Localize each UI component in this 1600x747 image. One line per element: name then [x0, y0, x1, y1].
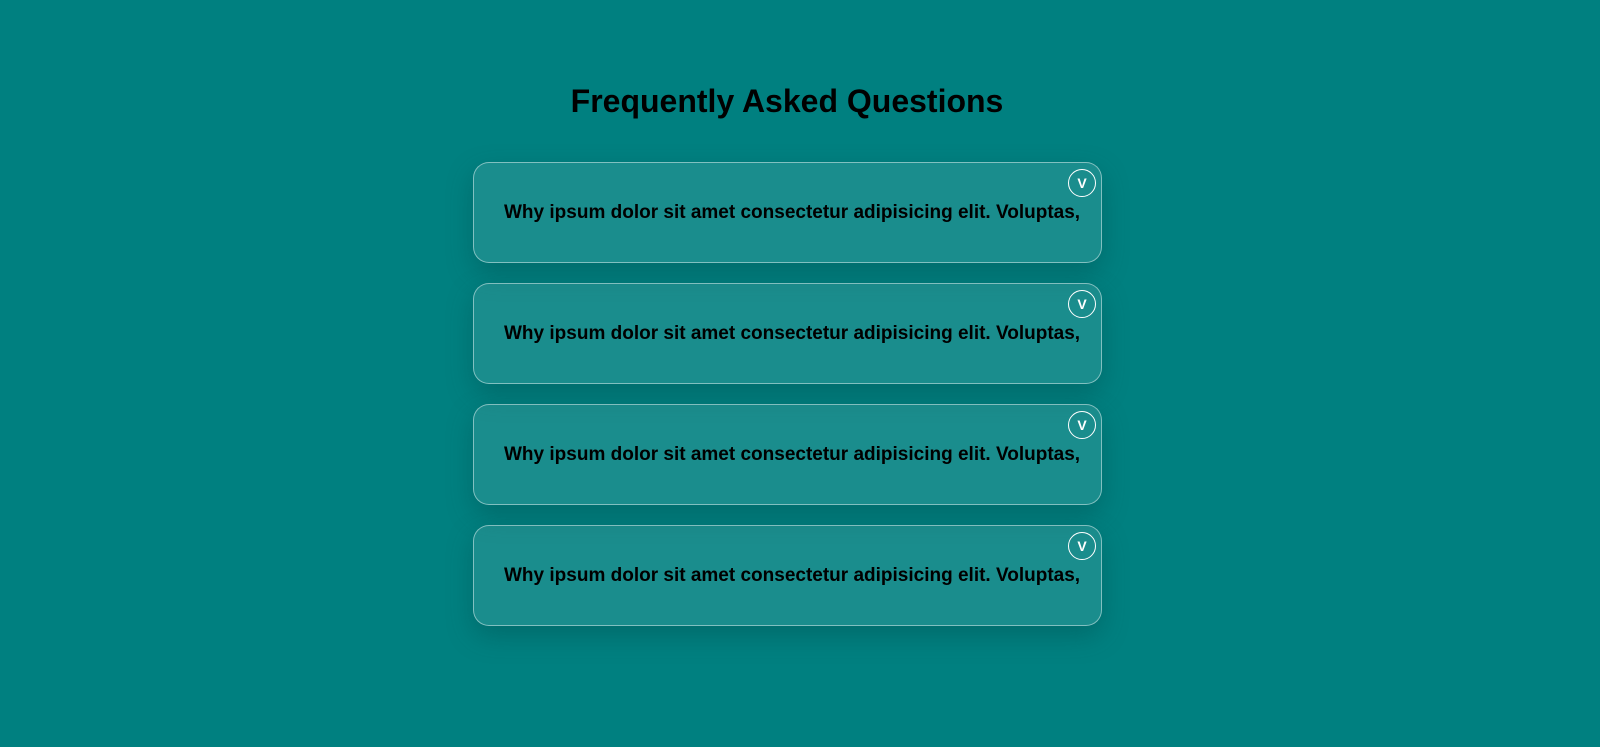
faq-item[interactable]: Why ipsum dolor sit amet consectetur adi…	[473, 283, 1102, 384]
chevron-down-icon[interactable]: V	[1068, 169, 1096, 197]
faq-item[interactable]: Why ipsum dolor sit amet consectetur adi…	[473, 525, 1102, 626]
chevron-down-icon[interactable]: V	[1068, 411, 1096, 439]
faq-question: Why ipsum dolor sit amet consectetur adi…	[504, 444, 1081, 465]
chevron-down-icon[interactable]: V	[1068, 532, 1096, 560]
faq-item[interactable]: Why ipsum dolor sit amet consectetur adi…	[473, 404, 1102, 505]
faq-list: Why ipsum dolor sit amet consectetur adi…	[473, 162, 1102, 646]
page-title: Frequently Asked Questions	[570, 83, 1004, 119]
faq-question: Why ipsum dolor sit amet consectetur adi…	[504, 202, 1081, 223]
faq-question: Why ipsum dolor sit amet consectetur adi…	[504, 323, 1081, 344]
faq-question: Why ipsum dolor sit amet consectetur adi…	[504, 565, 1081, 586]
faq-item[interactable]: Why ipsum dolor sit amet consectetur adi…	[473, 162, 1102, 263]
faq-page: Frequently Asked Questions Why ipsum dol…	[0, 0, 1600, 747]
chevron-down-icon[interactable]: V	[1068, 290, 1096, 318]
